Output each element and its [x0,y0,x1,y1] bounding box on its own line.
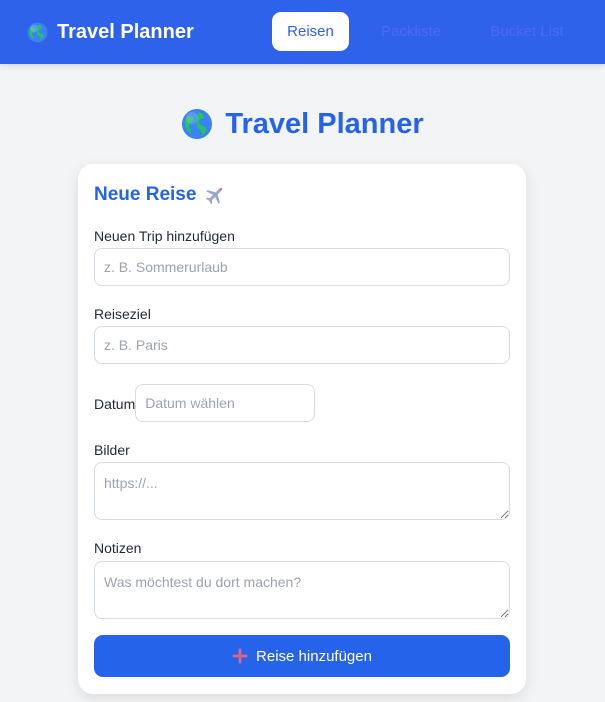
tab-reisen[interactable]: Reisen [272,12,349,51]
tab-packliste[interactable]: Packliste [368,12,454,51]
add-trip-button-label: Reise hinzufügen [256,647,372,665]
images-label: Bilder [94,442,130,458]
globe-icon [181,108,213,140]
destination-label: Reiseziel [94,306,151,322]
new-trip-form-card: Neue Reise Neuen Trip hinzufügen Reisezi… [78,164,526,694]
date-input[interactable] [135,384,316,422]
brand[interactable]: Travel Planner [27,21,194,44]
page-title: Travel Planner [225,107,424,140]
date-label: Datum [94,396,136,412]
destination-input[interactable] [94,326,510,364]
brand-name: Travel Planner [57,21,194,43]
globe-icon [27,22,48,43]
airplane-icon [204,184,226,206]
form-title: Neue Reise [94,184,226,206]
tab-bucket-list[interactable]: Bucket List [476,12,578,51]
trip-name-label: Neuen Trip hinzufügen [94,228,235,244]
date-row: Datum [94,384,316,422]
plus-icon [232,648,248,664]
top-navbar: Travel Planner Reisen Packliste Bucket L… [0,0,605,64]
notes-textarea[interactable] [94,561,510,619]
form-title-text: Neue Reise [94,184,197,205]
page-header: Travel Planner [0,104,605,144]
notes-label: Notizen [94,540,142,556]
trip-name-input[interactable] [94,248,510,286]
images-textarea[interactable] [94,462,510,520]
add-trip-button[interactable]: Reise hinzufügen [94,635,510,677]
